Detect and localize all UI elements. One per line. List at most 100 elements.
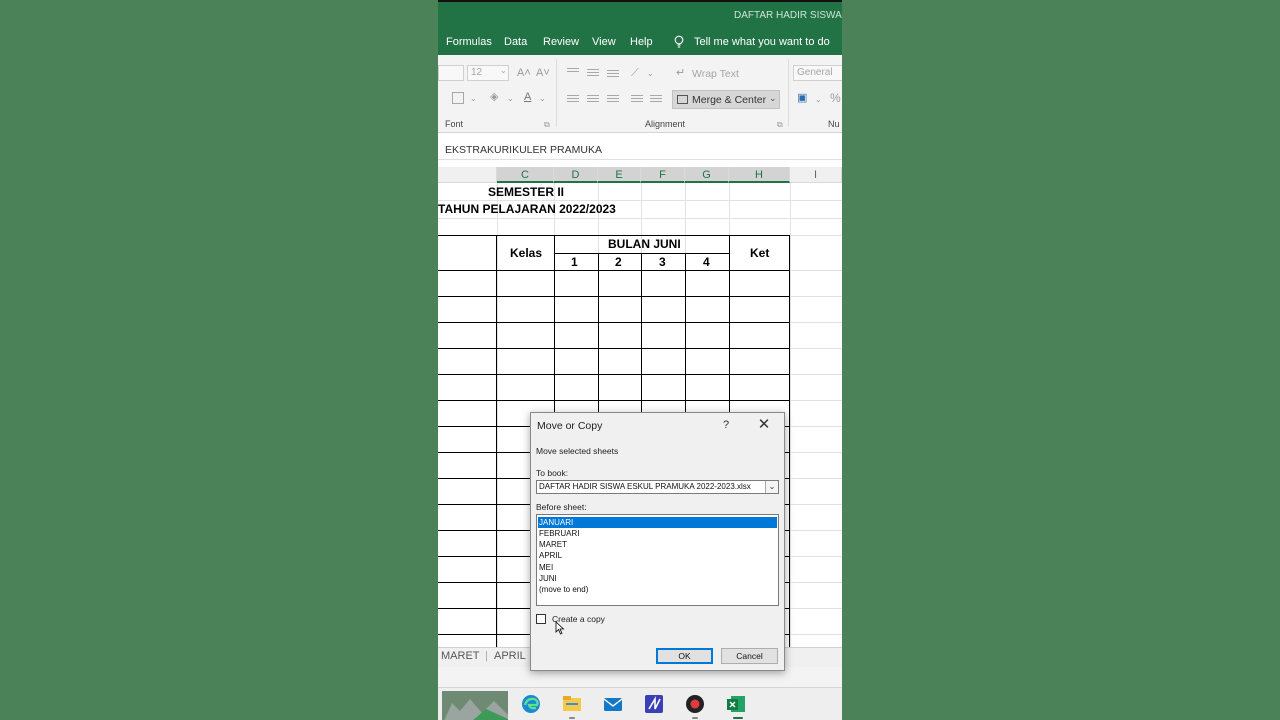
week-1-header: 1 (571, 255, 578, 269)
font-size-box[interactable]: 12 ⌄ (467, 65, 509, 81)
to-book-value: DAFTAR HADIR SISWA ESKUL PRAMUKA 2022-20… (539, 482, 751, 491)
table-border-line (438, 270, 789, 271)
to-book-select[interactable]: DAFTAR HADIR SISWA ESKUL PRAMUKA 2022-20… (536, 480, 779, 494)
chevron-down-icon: ⌄ (500, 66, 507, 75)
file-explorer-icon[interactable] (562, 694, 582, 714)
align-center-icon[interactable] (587, 95, 599, 104)
merge-center-label: Merge & Center (692, 94, 767, 106)
cancel-button[interactable]: Cancel (721, 648, 778, 664)
chevron-down-icon[interactable]: ⌄ (470, 93, 477, 105)
before-sheet-list[interactable]: JANUARI FEBRUARI MARET APRIL MEI JUNI (m… (536, 514, 779, 606)
chevron-down-icon[interactable]: ⌄ (765, 481, 778, 493)
decrease-indent-icon[interactable] (631, 95, 643, 104)
ket-header: Ket (750, 246, 770, 260)
align-right-icon[interactable] (607, 95, 619, 104)
list-item-maret[interactable]: MARET (538, 539, 777, 550)
ribbon-separator (788, 59, 789, 127)
currency-icon[interactable]: ▣ (797, 92, 807, 104)
merge-center-button[interactable]: Merge & Center ⌄ (672, 90, 780, 109)
excel-icon[interactable] (726, 694, 746, 714)
column-header-e[interactable]: E (598, 167, 641, 183)
table-border-line (438, 296, 789, 297)
font-name-box[interactable] (438, 65, 464, 81)
table-border-line (438, 348, 789, 349)
app-running-indicator (692, 717, 698, 719)
sheet-tab-april[interactable]: APRIL (494, 650, 526, 662)
app-icon[interactable] (644, 694, 664, 714)
grid-column-line (497, 183, 498, 647)
tab-data[interactable]: Data (504, 36, 527, 48)
percent-button[interactable]: % (830, 92, 841, 104)
ribbon: 12 ⌄ A˄ A˅ ⌄ ◈ ⌄ A ⌄ Font ⧉ ⟋ ⌄ ↵ Wrap T… (438, 55, 842, 133)
taskbar (438, 687, 842, 720)
week-4-header: 4 (703, 255, 710, 269)
chevron-down-icon[interactable]: ⌄ (539, 93, 546, 105)
table-border-line (496, 235, 497, 647)
column-header-h[interactable]: H (729, 167, 790, 183)
align-left-icon[interactable] (567, 95, 579, 104)
font-group-label: Font (445, 119, 464, 129)
column-header-b[interactable] (438, 167, 497, 183)
grow-font-icon[interactable]: A˄ (517, 67, 531, 79)
font-color-icon[interactable]: A (524, 91, 531, 103)
column-header-g[interactable]: G (685, 167, 729, 183)
list-item-januari[interactable]: JANUARI (538, 517, 777, 528)
formula-bar[interactable]: EKSTRAKURIKULER PRAMUKA (438, 140, 842, 160)
weather-widget-icon[interactable] (442, 691, 508, 720)
column-header-d[interactable]: D (554, 167, 598, 183)
chevron-down-icon[interactable]: ⌄ (647, 68, 654, 80)
increase-indent-icon[interactable] (650, 95, 662, 104)
move-selected-label: Move selected sheets (536, 446, 619, 456)
mouse-cursor-icon (555, 621, 565, 635)
sheet-tab-maret[interactable]: MARET (441, 650, 480, 662)
number-format-box[interactable]: General (793, 65, 842, 81)
column-header-f[interactable]: F (641, 167, 685, 183)
list-item-mei[interactable]: MEI (538, 562, 777, 573)
wrap-text-icon[interactable]: ↵ (676, 67, 685, 79)
close-icon[interactable]: ✕ (757, 417, 771, 432)
chevron-down-icon[interactable]: ⌄ (769, 93, 777, 104)
tab-view[interactable]: View (592, 36, 616, 48)
shrink-font-icon[interactable]: A˅ (536, 67, 550, 79)
ribbon-tabs: Formulas Data Review View Help Tell me w… (438, 30, 842, 55)
chevron-down-icon[interactable]: ⌄ (507, 93, 514, 105)
ribbon-separator (556, 59, 557, 127)
dialog-title: Move or Copy (537, 420, 603, 432)
tab-review[interactable]: Review (543, 36, 579, 48)
tab-help[interactable]: Help (630, 36, 653, 48)
ok-button[interactable]: OK (656, 648, 713, 664)
to-book-label: To book: (536, 468, 569, 478)
list-item-juni[interactable]: JUNI (538, 573, 777, 584)
title-bar: DAFTAR HADIR SISWA ES (438, 0, 842, 30)
help-button[interactable]: ? (723, 419, 729, 431)
title-bar-edge (438, 0, 842, 2)
dialog-launcher-icon[interactable]: ⧉ (544, 119, 550, 131)
create-copy-checkbox[interactable] (536, 614, 546, 624)
column-headers: C D E F G H I (438, 167, 842, 183)
wrap-text-button[interactable]: Wrap Text (692, 68, 739, 80)
dialog-launcher-icon[interactable]: ⧉ (777, 119, 783, 131)
chevron-down-icon[interactable]: ⌄ (815, 94, 822, 106)
borders-icon[interactable] (452, 92, 464, 104)
align-bottom-icon[interactable] (607, 70, 619, 79)
mail-icon[interactable] (603, 694, 623, 714)
edge-icon[interactable] (521, 694, 541, 714)
merge-icon (677, 95, 688, 104)
column-header-i[interactable]: I (790, 167, 842, 183)
column-header-c[interactable]: C (497, 167, 554, 183)
align-top-icon[interactable] (567, 68, 579, 77)
tell-me-search[interactable]: Tell me what you want to do (694, 36, 830, 48)
list-item-februari[interactable]: FEBRUARI (538, 528, 777, 539)
orientation-icon[interactable]: ⟋ (631, 67, 639, 79)
sheet-tab-divider: | (485, 650, 488, 662)
list-item-move-to-end[interactable]: (move to end) (538, 584, 777, 595)
formula-value: EKSTRAKURIKULER PRAMUKA (445, 144, 602, 156)
fill-color-icon[interactable]: ◈ (490, 91, 498, 103)
tab-formulas[interactable]: Formulas (446, 36, 492, 48)
list-item-april[interactable]: APRIL (538, 550, 777, 561)
recorder-icon[interactable] (685, 694, 705, 714)
align-middle-icon[interactable] (587, 69, 599, 78)
number-format-value: General (797, 67, 833, 78)
table-border-line (438, 374, 789, 375)
table-border-line (438, 235, 789, 236)
